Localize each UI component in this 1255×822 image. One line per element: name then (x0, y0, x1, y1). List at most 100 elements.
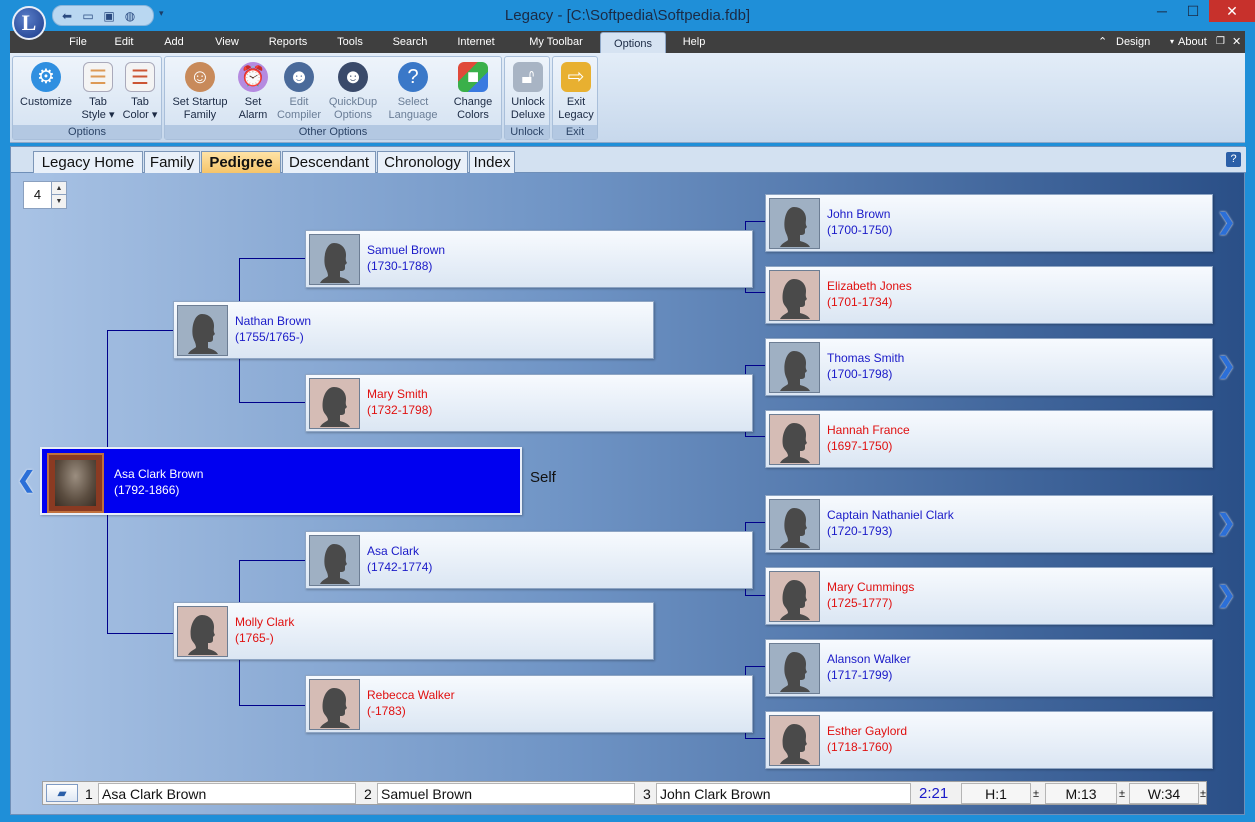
label-1: Set Startup (172, 96, 228, 108)
about-dropdown-icon: ▾ (1170, 37, 1175, 46)
label-1: Set (244, 96, 262, 108)
tab-style-icon: ☰ (83, 62, 113, 92)
connector (745, 292, 765, 293)
menu-design[interactable]: Design (1116, 31, 1150, 53)
label-1: QuickDup (328, 96, 378, 108)
select-language-button[interactable]: ? Select Language (383, 59, 443, 122)
person-card-maternal-grandmother[interactable]: Rebecca Walker (-1783) (305, 675, 753, 733)
menu-edit[interactable]: Edit (106, 31, 142, 53)
legacy-logo-icon[interactable]: L (12, 6, 46, 40)
status-m-adjust[interactable]: ± (1119, 784, 1125, 804)
generations-spinner[interactable]: 4 ▲ ▼ (23, 181, 67, 209)
menu-add[interactable]: Add (156, 31, 192, 53)
label-2: Alarm (238, 109, 268, 121)
restore-icon[interactable]: ❐ (1216, 31, 1225, 53)
person-dates: (1717-1799) (827, 668, 893, 682)
menu-search[interactable]: Search (388, 31, 432, 53)
menu-tools[interactable]: Tools (330, 31, 370, 53)
menu-help[interactable]: Help (676, 31, 712, 53)
person-card-gen4-1[interactable]: John Brown (1700-1750) (765, 194, 1213, 252)
chevron-right-icon[interactable]: ❯ (1217, 510, 1235, 536)
menu-options[interactable]: Options (600, 32, 666, 54)
unlock-deluxe-button[interactable]: 🔓︎ Unlock Deluxe (506, 59, 550, 122)
person-name: Alanson Walker (827, 652, 911, 666)
change-colors-button[interactable]: ■ Change Colors (445, 59, 501, 122)
spinner-up-icon[interactable]: ▲ (51, 182, 66, 195)
slot-number: 2 (364, 786, 372, 802)
label-1: Exit (566, 96, 586, 108)
chevron-right-icon[interactable]: ❯ (1217, 582, 1235, 608)
person-card-maternal-grandfather[interactable]: Asa Clark (1742-1774) (305, 531, 753, 589)
person-name: Asa Clark (367, 544, 420, 558)
female-silhouette-icon (769, 571, 820, 622)
menu-about[interactable]: About (1178, 31, 1207, 53)
tab-chronology[interactable]: Chronology (377, 151, 468, 173)
menu-file[interactable]: File (58, 31, 98, 53)
tab-pedigree[interactable]: Pedigree (201, 151, 281, 173)
chevron-right-icon[interactable]: ❯ (1217, 209, 1235, 235)
book-icon[interactable]: ▰ (46, 784, 78, 802)
person-card-gen4-8[interactable]: Esther Gaylord (1718-1760) (765, 711, 1213, 769)
tab-legacy-home[interactable]: Legacy Home (33, 151, 143, 173)
tab-family[interactable]: Family (144, 151, 200, 173)
person-name: Esther Gaylord (827, 724, 908, 738)
customize-button[interactable]: ⚙ Customize (15, 59, 77, 109)
menu-my-toolbar[interactable]: My Toolbar (518, 31, 594, 53)
slot-3-name[interactable]: John Clark Brown (656, 783, 911, 804)
tab-descendant[interactable]: Descendant (282, 151, 376, 173)
slot-1-name[interactable]: Asa Clark Brown (98, 783, 356, 804)
connector (745, 738, 765, 739)
generations-value[interactable]: 4 (24, 182, 51, 208)
person-name: Elizabeth Jones (827, 279, 912, 293)
person-card-gen4-6[interactable]: Mary Cummings (1725-1777) (765, 567, 1213, 625)
minimize-button[interactable]: ─ (1147, 0, 1177, 22)
connector (745, 436, 765, 437)
person-card-self[interactable]: Asa Clark Brown (1792-1866) (40, 447, 522, 515)
female-silhouette-icon (769, 414, 820, 465)
edit-compiler-button[interactable]: ☻ Edit Compiler (273, 59, 325, 122)
colors-cubes-icon: ■ (458, 62, 488, 92)
tab-style-label-2: Style ▾ (81, 109, 115, 121)
person-card-gen4-3[interactable]: Thomas Smith (1700-1798) (765, 338, 1213, 396)
tab-style-button[interactable]: ☰ Tab Style ▾ (77, 59, 119, 122)
label-1: Select (397, 96, 429, 108)
person-card-gen4-4[interactable]: Hannah France (1697-1750) (765, 410, 1213, 468)
person-card-mother[interactable]: Molly Clark (1765-) (173, 602, 654, 660)
set-alarm-button[interactable]: ⏰ Set Alarm (233, 59, 273, 122)
person-card-gen4-2[interactable]: Elizabeth Jones (1701-1734) (765, 266, 1213, 324)
maximize-button[interactable]: ☐ (1178, 0, 1208, 22)
chevron-left-icon[interactable]: ❮ (17, 467, 35, 493)
set-startup-family-button[interactable]: ☺ Set Startup Family (167, 59, 233, 122)
male-silhouette-icon (769, 342, 820, 393)
tab-index[interactable]: Index (469, 151, 515, 173)
person-card-father[interactable]: Nathan Brown (1755/1765-) (173, 301, 654, 359)
menu-internet[interactable]: Internet (450, 31, 502, 53)
close-button[interactable]: ✕ (1209, 0, 1255, 22)
mdi-close-icon[interactable]: ✕ (1232, 31, 1241, 53)
menu-reports[interactable]: Reports (262, 31, 314, 53)
person-name: Hannah France (827, 423, 910, 437)
status-w-adjust[interactable]: ± (1200, 784, 1206, 804)
quickdup-icon: ☻ (338, 62, 368, 92)
chevron-right-icon[interactable]: ❯ (1217, 353, 1235, 379)
person-card-paternal-grandfather[interactable]: Samuel Brown (1730-1788) (305, 230, 753, 288)
exit-door-icon: ⇨ (561, 62, 591, 92)
spinner-down-icon[interactable]: ▼ (51, 195, 66, 208)
person-card-gen4-7[interactable]: Alanson Walker (1717-1799) (765, 639, 1213, 697)
female-silhouette-icon (309, 679, 360, 730)
caret-up-icon[interactable]: ⌃ (1098, 31, 1107, 53)
label-2: Deluxe (510, 109, 546, 121)
tab-color-button[interactable]: ☰ Tab Color ▾ (119, 59, 161, 122)
help-icon[interactable]: ? (1226, 152, 1241, 167)
label-2: Legacy (558, 109, 594, 121)
tab-color-label-1: Tab (131, 96, 149, 108)
connector (745, 595, 765, 596)
exit-legacy-button[interactable]: ⇨ Exit Legacy (554, 59, 598, 122)
person-card-paternal-grandmother[interactable]: Mary Smith (1732-1798) (305, 374, 753, 432)
quickdup-options-button[interactable]: ☻ QuickDup Options (325, 59, 381, 122)
menu-view[interactable]: View (208, 31, 246, 53)
person-dates: (1730-1788) (367, 259, 433, 273)
status-h-adjust[interactable]: ± (1033, 784, 1039, 804)
slot-2-name[interactable]: Samuel Brown (377, 783, 635, 804)
person-card-gen4-5[interactable]: Captain Nathaniel Clark (1720-1793) (765, 495, 1213, 553)
